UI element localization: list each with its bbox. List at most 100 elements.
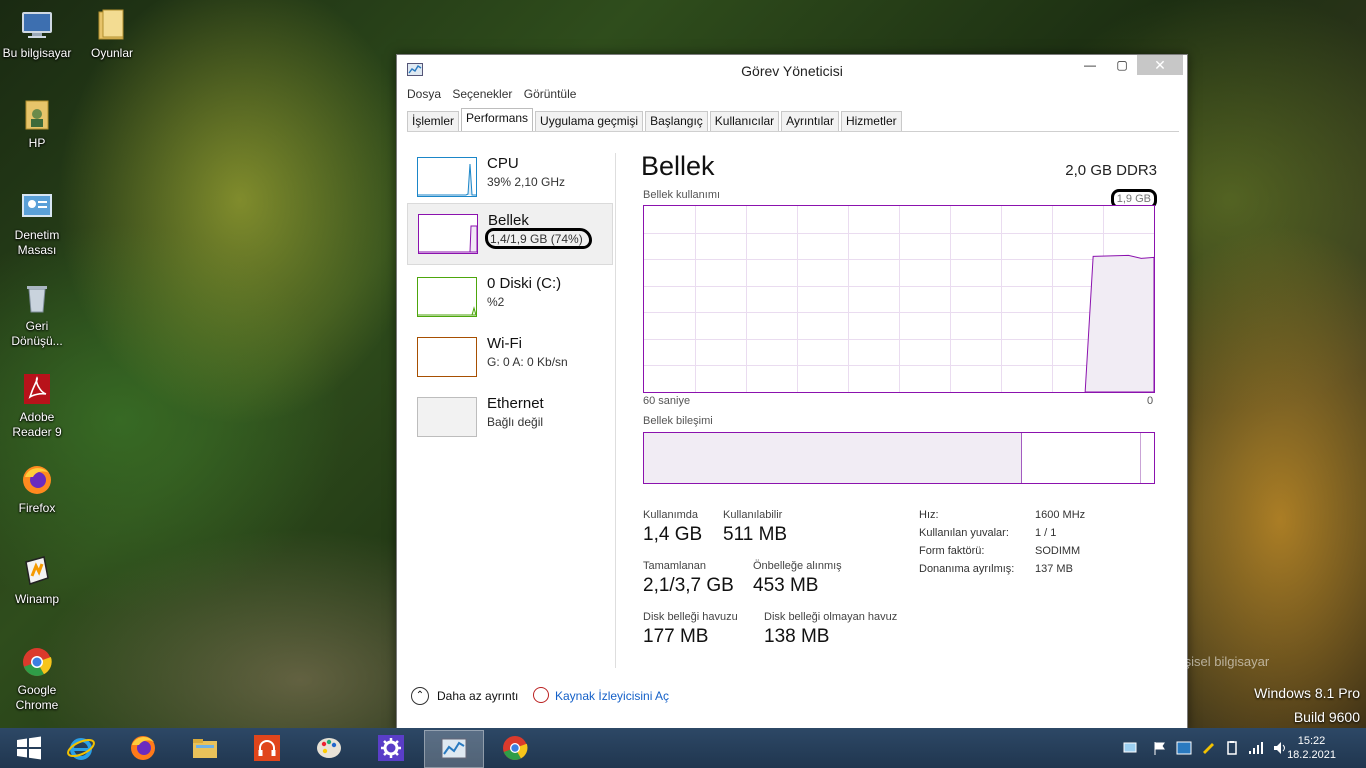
chrome-icon: [20, 645, 54, 679]
stat-value: 2,1/3,7 GB: [643, 575, 734, 596]
computer-icon: [20, 8, 54, 42]
desktop-icon-recycle-bin[interactable]: Geri Dönüşü...: [0, 281, 74, 349]
fewer-details-label: Daha az ayrıntı: [437, 689, 519, 703]
memory-composition-label: Bellek bileşimi: [643, 415, 713, 427]
task-manager-icon: [441, 738, 467, 759]
firefox-icon: [131, 736, 155, 760]
control-panel-icon: [20, 190, 54, 224]
maximize-button[interactable]: ▢: [1107, 55, 1137, 75]
tab-performance[interactable]: Performans: [461, 108, 534, 131]
time-axis-left: 60 saniye: [643, 395, 691, 407]
taskbar-firefox[interactable]: [114, 730, 172, 766]
minimize-button[interactable]: —: [1075, 55, 1105, 75]
close-button[interactable]: ✕: [1137, 55, 1183, 75]
stat-value: 511 MB: [723, 524, 788, 545]
spec-label: Kullanılan yuvalar:: [919, 527, 1009, 539]
taskbar-settings[interactable]: [362, 730, 420, 766]
desktop-icon-google-chrome[interactable]: Google Chrome: [0, 645, 74, 713]
taskbar-task-manager[interactable]: [424, 730, 484, 768]
desktop-icon-winamp[interactable]: Winamp: [0, 554, 74, 607]
resource-item-ethernet[interactable]: Ethernet Bağlı değil: [407, 387, 611, 447]
network-tray-icon[interactable]: [1176, 740, 1192, 756]
start-button[interactable]: [0, 730, 58, 766]
memory-title: Bellek: [641, 151, 715, 181]
power-tray-icon[interactable]: [1224, 740, 1240, 756]
stat-value: 138 MB: [764, 626, 830, 647]
desktop-icon-label: Dönüşü...: [11, 334, 63, 348]
tab-details[interactable]: Ayrıntılar: [781, 111, 839, 131]
folder-icon: [193, 739, 217, 758]
desktop-icon-label: Denetim: [14, 228, 60, 242]
wifi-signal-tray-icon[interactable]: [1248, 740, 1264, 756]
menu-file[interactable]: Dosya: [407, 87, 441, 101]
desktop-icon-hp[interactable]: HP: [0, 98, 74, 151]
stat-cached: Önbelleğe alınmış 453 MB: [753, 560, 842, 597]
clock-time: 15:22: [1297, 735, 1326, 747]
user-folder-icon: [20, 98, 54, 132]
desktop-icon-label: Masası: [17, 243, 57, 257]
memory-mini-graph: [418, 214, 478, 254]
desktop-icon-this-pc[interactable]: Bu bilgisayar: [0, 8, 74, 61]
resource-monitor-link[interactable]: Kaynak İzleyicisini Aç: [533, 687, 669, 703]
taskbar-paint[interactable]: [300, 730, 358, 766]
desktop-icon-firefox[interactable]: Firefox: [0, 463, 74, 516]
recycle-bin-icon: [20, 281, 54, 315]
folder-icon: [95, 8, 129, 42]
memory-composition-bar: [643, 432, 1155, 484]
desktop-icon-label: Winamp: [14, 592, 59, 606]
spec-form-factor: Form faktörü: SODIMM: [919, 545, 1080, 557]
gear-icon: [378, 735, 404, 761]
resource-detail: %2: [487, 295, 505, 309]
tab-app-history[interactable]: Uygulama geçmişi: [535, 111, 644, 131]
desktop-icon-label: Google: [17, 683, 57, 697]
resource-item-memory[interactable]: Bellek 1,4/1,9 GB (74%): [407, 203, 613, 265]
tab-processes[interactable]: İşlemler: [407, 111, 460, 131]
stat-label: Kullanılabilir: [723, 509, 783, 521]
window-title: Görev Yöneticisi: [741, 63, 843, 79]
taskbar-file-explorer[interactable]: [176, 730, 234, 766]
firefox-icon: [20, 463, 54, 497]
resource-monitor-label: Kaynak İzleyicisini Aç: [555, 689, 670, 703]
resource-detail-wrap: 1,4/1,9 GB (74%): [485, 228, 592, 249]
tab-startup[interactable]: Başlangıç: [645, 111, 708, 131]
resource-name: 0 Diski (C:): [487, 275, 562, 292]
tab-services[interactable]: Hizmetler: [840, 111, 902, 131]
desktop-icon-adobe-reader[interactable]: Adobe Reader 9: [0, 372, 74, 440]
action-center-flag-icon[interactable]: [1152, 740, 1168, 756]
resource-item-disk[interactable]: 0 Diski (C:) %2: [407, 267, 611, 327]
window-footer: ⌃ Daha az ayrıntı Kaynak İzleyicisini Aç: [411, 687, 669, 705]
spec-slots: Kullanılan yuvalar: 1 / 1: [919, 527, 1056, 539]
show-desktop-tray-icon[interactable]: [1122, 740, 1138, 756]
stat-available: Kullanılabilir 511 MB: [723, 509, 787, 546]
taskbar-chrome[interactable]: [486, 730, 544, 766]
desktop-icon-label: Chrome: [15, 698, 59, 712]
tab-users[interactable]: Kullanıcılar: [709, 111, 780, 131]
menu-options[interactable]: Seçenekler: [452, 87, 512, 101]
resource-item-wifi[interactable]: Wi-Fi G: 0 A: 0 Kb/sn: [407, 327, 611, 387]
clock-date: 18.2.2021: [1287, 749, 1336, 761]
stat-value: 1,4 GB: [643, 524, 703, 545]
title-bar[interactable]: Görev Yöneticisi — ▢ ✕: [397, 55, 1187, 85]
adobe-reader-icon: [20, 372, 54, 406]
resource-item-cpu[interactable]: CPU 39% 2,10 GHz: [407, 147, 611, 207]
desktop-icon-label: Bu bilgisayar: [2, 46, 72, 60]
desktop-icon-control-panel[interactable]: Denetim Masası: [0, 190, 74, 258]
tab-bar: İşlemler Performans Uygulama geçmişi Baş…: [407, 108, 1179, 132]
menu-view[interactable]: Görüntüle: [524, 87, 577, 101]
chrome-icon: [503, 736, 528, 760]
taskbar-music-app[interactable]: [238, 730, 296, 766]
spec-hardware-reserved: Donanıma ayrılmış: 137 MB: [919, 563, 1073, 575]
taskbar-clock[interactable]: 15:22 18.2.2021: [1287, 734, 1336, 762]
spec-speed: Hız: 1600 MHz: [919, 509, 1085, 521]
fewer-details-button[interactable]: ⌃ Daha az ayrıntı: [411, 687, 518, 705]
wifi-mini-graph: [417, 337, 477, 377]
resource-monitor-icon: [533, 687, 549, 703]
spec-value: 1 / 1: [1035, 527, 1057, 539]
desktop-icon-games[interactable]: Oyunlar: [75, 8, 149, 61]
volume-tray-icon[interactable]: [1272, 740, 1288, 756]
spec-label: Form faktörü:: [919, 545, 985, 557]
ethernet-mini-graph: [417, 397, 477, 437]
taskbar-internet-explorer[interactable]: [52, 730, 110, 766]
pane-divider[interactable]: [615, 153, 616, 668]
security-tray-icon[interactable]: [1200, 740, 1216, 756]
